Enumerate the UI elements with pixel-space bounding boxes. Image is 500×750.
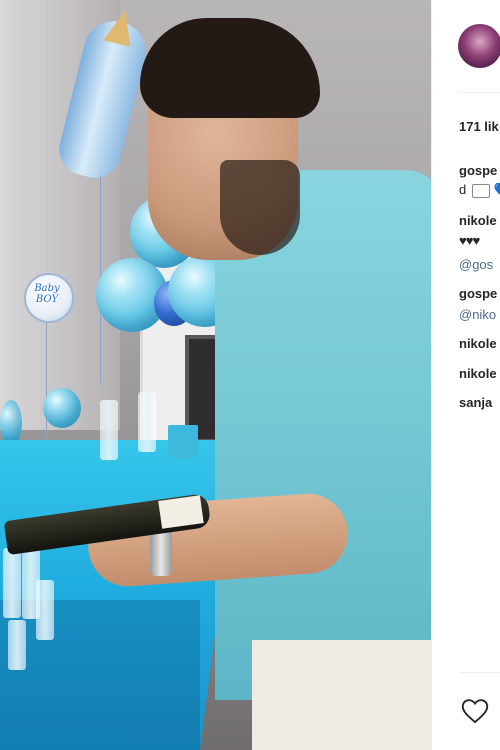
champagne-glass: [3, 548, 21, 618]
avatar[interactable]: [458, 24, 500, 68]
comment-row: nikole: [459, 213, 497, 228]
man-beard: [220, 160, 300, 255]
gif-icon: [471, 183, 490, 198]
balloon: [43, 388, 81, 428]
actions-divider: [459, 672, 500, 673]
comment-username[interactable]: nikole: [459, 366, 497, 381]
blue-cup: [168, 425, 198, 459]
comment-username[interactable]: gospe: [459, 163, 497, 178]
blue-heart-emoji: 💙: [493, 182, 500, 197]
balloon-text-line1: Baby: [34, 283, 60, 294]
comment-username[interactable]: gospe: [459, 286, 497, 301]
champagne-glass: [36, 580, 54, 640]
comment-row: sanja: [459, 395, 492, 410]
instagram-post: Baby BOY 171 lik gospe d 💙: [0, 0, 500, 750]
comment-username[interactable]: nikole: [459, 336, 497, 351]
comment-mention[interactable]: @gos: [459, 257, 493, 272]
champagne-glass: [8, 620, 26, 670]
champagne-glass: [100, 400, 118, 460]
comment-row: ♥♥♥: [459, 233, 480, 248]
balloon-text-line2: BOY: [35, 294, 59, 305]
champagne-glass: [138, 392, 156, 452]
man-hair: [140, 18, 320, 118]
comment-row: @gos: [459, 257, 493, 272]
baby-boy-balloon-text: Baby BOY: [29, 283, 65, 305]
comment-row: gospe: [459, 163, 497, 178]
header-divider: [459, 92, 500, 93]
man-pants: [252, 640, 431, 750]
comment-mention[interactable]: @niko: [459, 307, 496, 322]
table-shadow: [0, 600, 200, 750]
post-photo[interactable]: Baby BOY: [0, 0, 431, 750]
hearts-emoji: ♥♥♥: [459, 233, 480, 248]
comment-row: nikole: [459, 366, 497, 381]
comment-row: d 💙: [459, 182, 500, 198]
like-button[interactable]: [459, 696, 491, 726]
comment-username[interactable]: nikole: [459, 213, 497, 228]
likes-count[interactable]: 171 lik: [459, 119, 499, 134]
comment-row: nikole: [459, 336, 497, 351]
bottle-label: [158, 495, 204, 529]
comment-username[interactable]: sanja: [459, 395, 492, 410]
comment-text: d: [459, 182, 467, 197]
comment-row: @niko: [459, 307, 496, 322]
balloon: [0, 400, 22, 446]
comment-row: gospe: [459, 286, 497, 301]
heart-icon: [461, 699, 489, 724]
